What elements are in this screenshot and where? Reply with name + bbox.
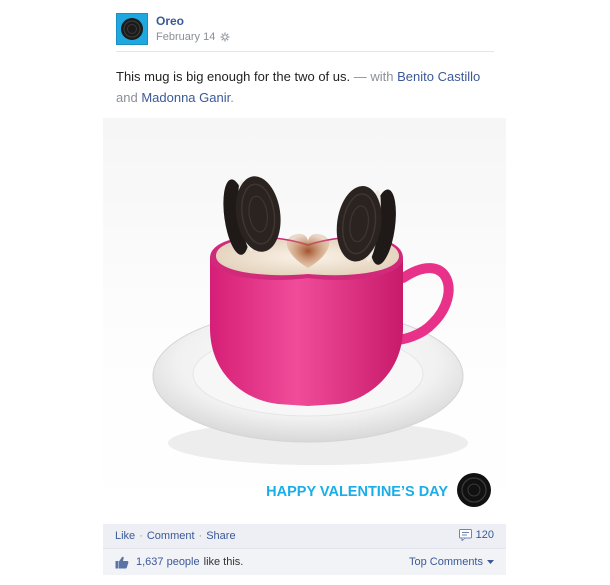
post-caption: This mug is big enough for the two of us… — [116, 66, 501, 108]
caption-and: and — [116, 90, 138, 105]
chevron-down-icon — [487, 556, 494, 568]
post-date[interactable]: February 14 — [156, 31, 215, 43]
comment-count[interactable]: 120 — [458, 529, 494, 541]
valentine-banner: HAPPY VALENTINE’S DAY — [266, 484, 448, 500]
share-link[interactable]: Share — [206, 530, 235, 542]
top-comments-label: Top Comments — [409, 556, 483, 568]
top-comments-dropdown[interactable]: Top Comments — [409, 556, 494, 568]
caption-end: . — [230, 90, 234, 105]
comment-count-value: 120 — [475, 529, 494, 541]
oreo-logo-icon — [457, 473, 491, 507]
like-link[interactable]: Like — [115, 530, 135, 542]
gear-icon[interactable] — [220, 32, 230, 42]
valentine-mug-illustration: HAPPY VALENTINE’S DAY — [152, 176, 491, 507]
post-actions-bar: Like · Comment · Share 120 — [103, 524, 506, 549]
oreo-avatar[interactable] — [116, 13, 148, 45]
post-author-link[interactable]: Oreo — [156, 14, 184, 28]
caption-text: This mug is big enough for the two of us… — [116, 69, 351, 84]
thumbs-up-icon — [115, 556, 129, 569]
caption-with: — with — [353, 69, 394, 84]
post-header: Oreo February 14 — [116, 13, 494, 52]
post-meta: February 14 — [156, 31, 230, 43]
likes-count-link[interactable]: 1,637 people — [136, 556, 200, 568]
comment-link[interactable]: Comment — [147, 530, 195, 542]
tagged-person-2[interactable]: Madonna Ganir — [141, 90, 230, 105]
likes-bar: 1,637 people like this. Top Comments — [103, 549, 506, 575]
action-separator: · — [139, 530, 143, 542]
likes-suffix: like this. — [203, 556, 244, 568]
action-links: Like · Comment · Share — [103, 530, 236, 542]
comment-bubble-icon — [458, 529, 472, 541]
oreo-cookie-icon — [121, 18, 143, 40]
post-photo[interactable]: HAPPY VALENTINE’S DAY — [103, 118, 506, 524]
action-separator: · — [198, 530, 203, 542]
tagged-person-1[interactable]: Benito Castillo — [397, 69, 480, 84]
